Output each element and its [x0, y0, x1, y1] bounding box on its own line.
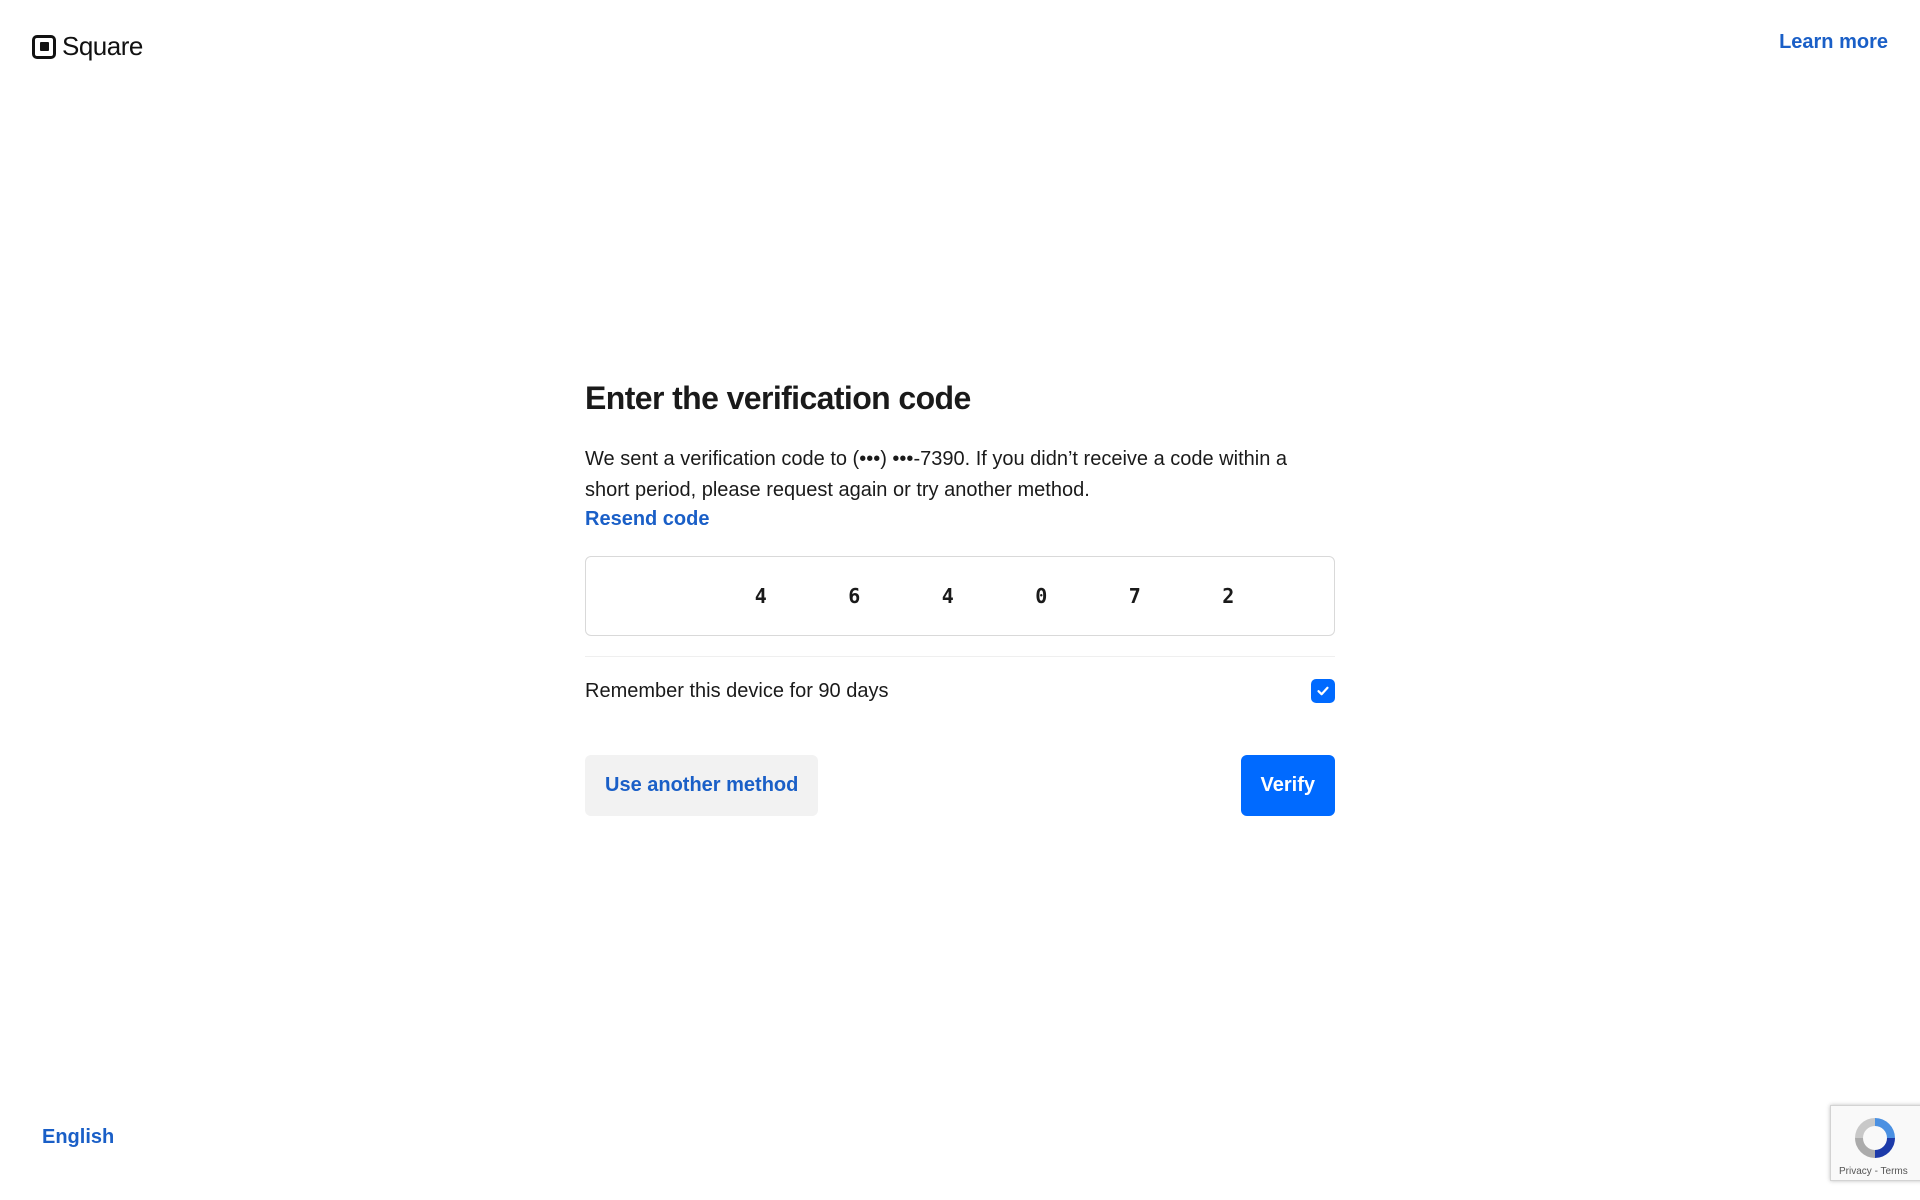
remember-device-checkbox[interactable] — [1311, 679, 1335, 703]
learn-more-link[interactable]: Learn more — [1779, 31, 1888, 54]
square-logo-icon — [32, 34, 56, 59]
verification-code-input[interactable]: 4 6 4 0 7 2 — [585, 556, 1335, 636]
recaptcha-links: Privacy - Terms — [1839, 1166, 1908, 1177]
recaptcha-icon — [1855, 1118, 1895, 1158]
verification-form: Enter the verification code We sent a ve… — [585, 378, 1335, 816]
recaptcha-separator: - — [1871, 1166, 1881, 1177]
recaptcha-privacy-link[interactable]: Privacy — [1839, 1166, 1872, 1177]
page: Square Learn more Enter the verification… — [0, 0, 1920, 1200]
form-actions: Use another method Verify — [585, 755, 1335, 816]
verify-button[interactable]: Verify — [1240, 755, 1335, 816]
remember-device-label: Remember this device for 90 days — [585, 679, 889, 702]
code-digit[interactable]: 0 — [995, 584, 1089, 608]
code-digit[interactable]: 4 — [714, 584, 808, 608]
code-digit[interactable]: 6 — [808, 584, 902, 608]
square-logo[interactable]: Square — [32, 31, 143, 62]
brand-name: Square — [62, 31, 143, 61]
code-digit[interactable]: 2 — [1182, 584, 1276, 608]
check-icon — [1317, 686, 1329, 696]
language-selector[interactable]: English — [42, 1126, 114, 1149]
recaptcha-badge[interactable]: Privacy - Terms — [1830, 1105, 1920, 1181]
resend-code-link[interactable]: Resend code — [585, 506, 709, 532]
page-title: Enter the verification code — [585, 380, 971, 416]
recaptcha-terms-link[interactable]: Terms — [1881, 1166, 1908, 1177]
use-another-method-button[interactable]: Use another method — [585, 755, 819, 816]
remember-device-row: Remember this device for 90 days — [585, 657, 1335, 725]
code-digit[interactable]: 7 — [1088, 584, 1182, 608]
verification-description: We sent a verification code to (•••) •••… — [585, 448, 1287, 501]
code-digit[interactable]: 4 — [901, 584, 995, 608]
